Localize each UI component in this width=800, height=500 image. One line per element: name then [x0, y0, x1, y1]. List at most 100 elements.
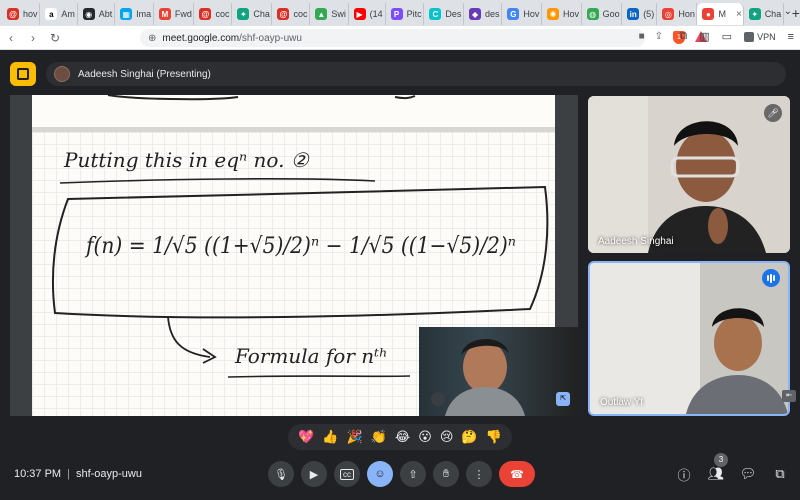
info-separator: |	[67, 468, 70, 480]
browser-tab[interactable]: ● M ×	[697, 3, 744, 25]
activities-icon: ⧉	[775, 466, 785, 481]
browser-tab[interactable]: C Des	[424, 3, 465, 25]
browser-tab[interactable]: ✦ Cha	[232, 3, 273, 25]
more-options-button[interactable]: ⋮	[466, 461, 492, 487]
participant-video-1	[588, 96, 790, 253]
url-host: meet.google.com	[162, 32, 240, 44]
tab-favicon-icon: C	[429, 8, 442, 20]
mic-button[interactable]: 🎙︎	[268, 461, 294, 487]
meeting-details-button[interactable]: ⓘ	[674, 461, 694, 487]
browser-tab[interactable]: a Am	[40, 3, 78, 25]
url-field[interactable]: ⊕ meet.google.com/shf-oayp-uwu ■ ⇪ 1	[140, 29, 707, 47]
menu-icon[interactable]: ≡	[788, 31, 794, 43]
reload-icon[interactable]: ↻	[44, 31, 66, 45]
browser-tab[interactable]: ▶ (14	[349, 3, 386, 25]
tab-label: Cha	[253, 9, 270, 19]
browser-tab[interactable]: ◍ Goo	[582, 3, 623, 25]
browser-tab[interactable]: @ hov	[2, 3, 41, 25]
reaction-emoji[interactable]: 🎉	[346, 429, 362, 445]
tab-label: Fwd	[174, 9, 192, 19]
browser-tab[interactable]: P Pitc	[386, 3, 425, 25]
tab-label: hov	[23, 9, 38, 19]
presenter-silhouette	[445, 338, 525, 416]
browser-tab[interactable]: G Hov	[502, 3, 542, 25]
tab-favicon-icon: a	[45, 8, 58, 20]
emoji-button[interactable]: ☺	[367, 461, 393, 487]
forward-icon[interactable]: ›	[22, 31, 44, 45]
reaction-emoji[interactable]: 👎	[486, 429, 502, 445]
camera-button[interactable]: ▶	[301, 461, 327, 487]
end-call-button[interactable]: ☎	[499, 461, 535, 487]
browser-tab[interactable]: @ coc	[272, 3, 311, 25]
tab-label: (5)	[643, 9, 655, 19]
browser-tab[interactable]: ✦ Cha	[744, 3, 784, 25]
raise-hand-button[interactable]: ✋︎	[433, 461, 459, 487]
new-tab-button[interactable]: +	[792, 5, 800, 21]
tab-label: coc	[215, 9, 230, 19]
more-icon: ⋮	[473, 468, 485, 481]
sidebar-icon[interactable]: ▥	[699, 30, 709, 43]
presentation-stage: Putting this in eqⁿ no. ② f(n) = 1/√5 ((…	[10, 95, 578, 416]
chat-icon: 💬︎	[739, 466, 757, 481]
presenter-label: Aadeesh Singhai (Presenting)	[78, 68, 211, 80]
browser-tab[interactable]: @ coc	[194, 3, 233, 25]
present-button[interactable]: ⇧	[400, 461, 426, 487]
mic-icon: 🎙︎	[274, 468, 288, 481]
tab-favicon-icon: @	[277, 8, 290, 20]
tab-favicon-icon: ●	[702, 8, 715, 20]
captions-button[interactable]: cc	[334, 461, 360, 487]
tab-favicon-icon: ▦	[120, 8, 133, 20]
muted-mic-icon: 🎤︎	[764, 104, 782, 122]
tab-label: Goo	[602, 9, 620, 19]
reaction-emoji[interactable]: 😢	[440, 429, 454, 445]
participant-tile-2[interactable]: Outlaw Yt	[588, 261, 790, 416]
reaction-emoji[interactable]: 👍	[322, 429, 338, 445]
end-call-icon: ☎	[510, 468, 524, 481]
pin-icon[interactable]: ⇱	[556, 392, 570, 406]
share-icon[interactable]: ⇪	[655, 31, 663, 44]
reaction-emoji[interactable]: 😮	[418, 429, 432, 445]
tab-label: Hov	[523, 9, 540, 19]
meeting-code: shf-oayp-uwu	[75, 468, 142, 480]
handwriting-line-3: Formula for nᵗʰ	[234, 344, 388, 368]
browser-tab[interactable]: ◎ Hon	[657, 3, 698, 25]
browser-tab[interactable]: in (5)	[622, 3, 658, 25]
back-icon[interactable]: ‹	[0, 31, 22, 45]
meet-activities-button[interactable]	[10, 62, 36, 86]
tab-search-icon[interactable]: ⌄	[784, 6, 792, 17]
activities-button[interactable]: ⧉	[770, 461, 790, 487]
browser-toolbar: ⧉ ▥ ▭ VPN ≡	[679, 30, 794, 43]
reaction-emoji[interactable]: 🤔	[461, 429, 477, 445]
browser-tab[interactable]: ▲ Swi	[310, 3, 349, 25]
tab-favicon-icon: M	[158, 8, 171, 20]
reaction-emoji[interactable]: 👏	[371, 429, 387, 445]
reaction-emoji[interactable]: 💖	[298, 429, 314, 445]
presenter-avatar	[54, 66, 70, 82]
camera-permission-icon[interactable]: ■	[639, 31, 645, 44]
browser-tab[interactable]: ◉ Abt	[78, 3, 116, 25]
wallet-icon[interactable]: ▭	[722, 30, 732, 43]
browser-tab[interactable]: ✺ Hov	[542, 3, 582, 25]
browser-tab[interactable]: ▦ Ima	[115, 3, 154, 25]
tab-favicon-icon: ◉	[82, 8, 95, 20]
people-button[interactable]: 👥︎ 3	[706, 453, 728, 487]
tab-label: Hon	[678, 9, 695, 19]
browser-tab[interactable]: ◆ des	[464, 3, 503, 25]
vpn-button[interactable]: VPN	[744, 31, 776, 42]
close-tab-icon[interactable]: ×	[736, 9, 742, 20]
reaction-emoji[interactable]: 😂	[395, 429, 410, 445]
presenter-mic-icon[interactable]	[431, 392, 445, 406]
tab-label: Ima	[136, 9, 152, 19]
tab-favicon-icon: in	[627, 8, 640, 20]
participant-tile-1[interactable]: 🎤︎ Aadeesh Singhai	[588, 96, 790, 253]
tab-favicon-icon: G	[507, 8, 520, 20]
browser-tab[interactable]: M Fwd	[154, 3, 195, 25]
chat-button[interactable]: 💬︎	[738, 461, 758, 487]
extensions-icon[interactable]: ⧉	[679, 30, 687, 43]
tab-label: Cha	[764, 9, 782, 19]
meeting-info: 10:37 PM | shf-oayp-uwu	[14, 468, 142, 480]
tab-label: M	[718, 9, 726, 19]
presenter-camera-overlay[interactable]: ⇱	[419, 327, 578, 416]
expand-panel-icon[interactable]: ⇤	[782, 390, 796, 402]
tab-favicon-icon: ✦	[237, 8, 250, 20]
